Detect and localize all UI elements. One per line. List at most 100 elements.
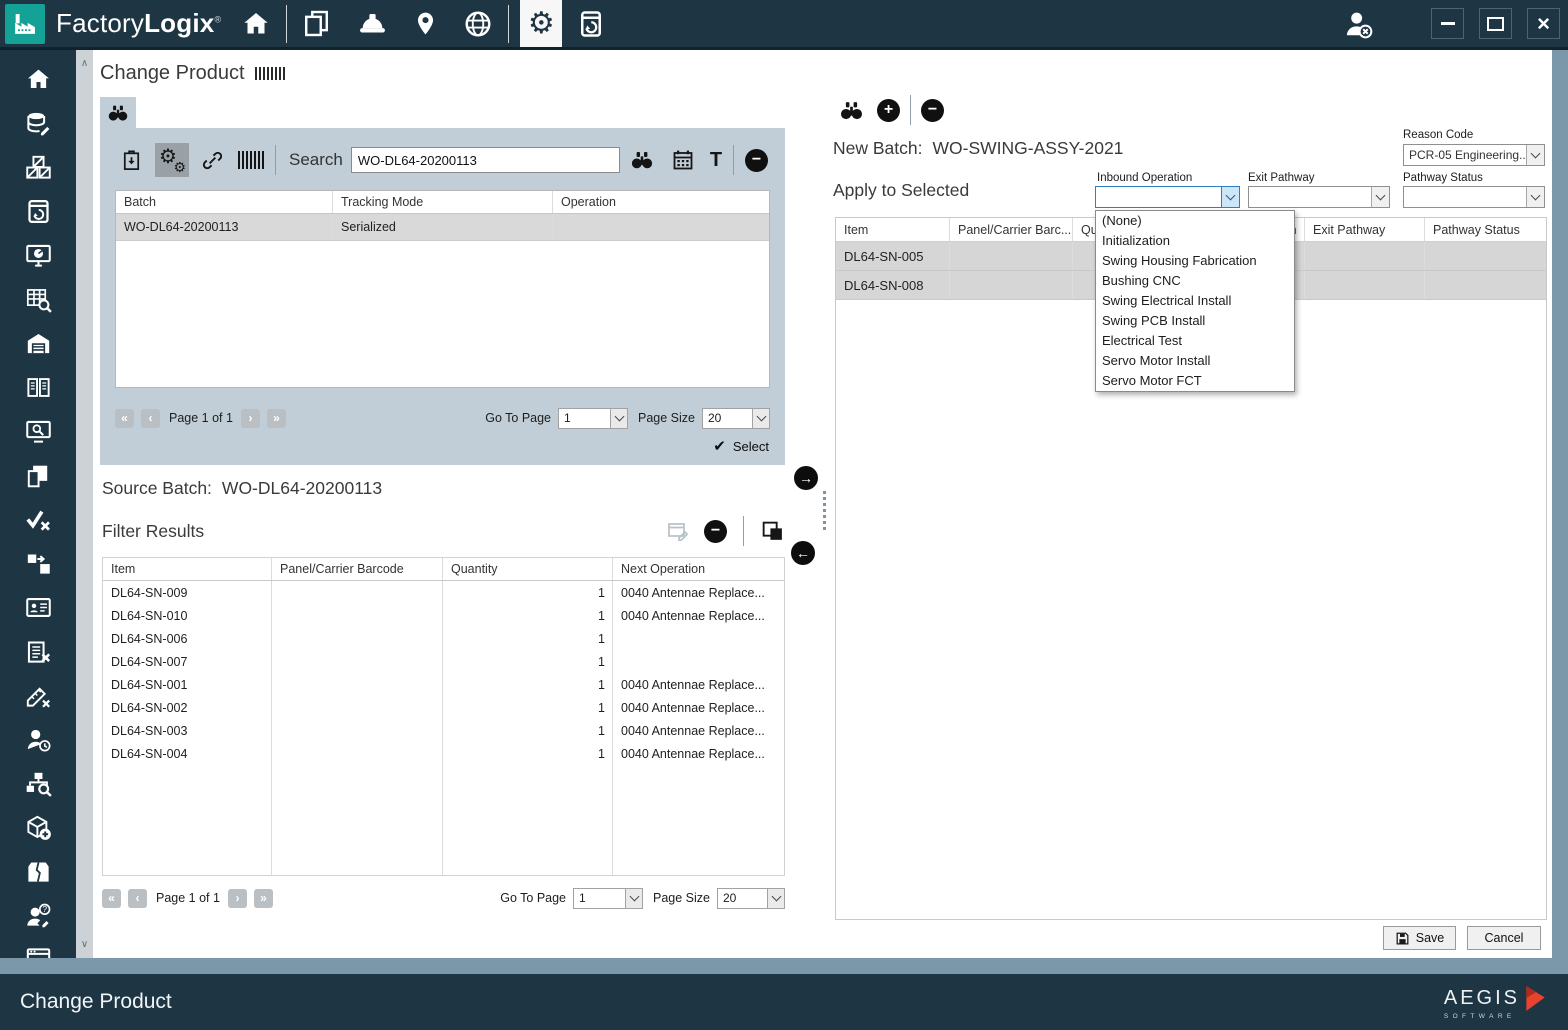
select-button[interactable]: ✔ Select — [713, 439, 769, 454]
remove-button[interactable]: − — [921, 98, 944, 122]
dropdown-option[interactable]: Swing Electrical Install — [1096, 291, 1294, 311]
first-page-button[interactable]: « — [115, 408, 134, 428]
last-page-button[interactable]: » — [266, 408, 286, 428]
reason-code-select[interactable]: PCR-05 Engineering... — [1403, 144, 1545, 166]
move-right-button[interactable]: → — [794, 466, 818, 490]
remove-items-button[interactable]: − — [704, 519, 727, 543]
table-row[interactable]: DL64-SN-002 1 0040 Antennae Replace... — [103, 696, 784, 719]
batch-table-header: Batch Tracking Mode Operation — [116, 191, 769, 214]
pathway-status-select[interactable] — [1403, 186, 1545, 208]
aegis-logo: AEGIS SOFTWARE — [1444, 984, 1548, 1021]
scroll-down-arrow[interactable]: ∨ — [76, 939, 93, 950]
inbound-operation-select-open[interactable] — [1095, 186, 1240, 208]
dropdown-option[interactable]: Bushing CNC — [1096, 271, 1294, 291]
locations-nav-button[interactable] — [412, 10, 439, 37]
sidebar-item-id-card[interactable] — [24, 594, 52, 621]
sidebar-item-user-clock[interactable] — [24, 726, 52, 753]
minimize-button[interactable] — [1431, 8, 1464, 39]
dropdown-option[interactable]: Servo Motor Install — [1096, 351, 1294, 371]
goto-page-value: 1 — [579, 891, 586, 905]
home-nav-button[interactable] — [241, 9, 271, 39]
text-filter-button[interactable]: T — [710, 149, 722, 172]
dropdown-option[interactable]: (None) — [1096, 211, 1294, 231]
documents-nav-button[interactable] — [302, 9, 331, 38]
sidebar-item-batch-restore[interactable] — [24, 198, 52, 225]
first-page-button[interactable]: « — [102, 888, 121, 908]
sidebar-item-hierarchy-search[interactable] — [24, 770, 52, 797]
warehouse-icon — [27, 333, 49, 354]
sidebar-item-crates[interactable] — [24, 154, 52, 181]
select-overlap-button[interactable] — [760, 519, 785, 544]
sidebar-item-monitor-search[interactable] — [24, 418, 52, 445]
sidebar-item-check-x[interactable] — [24, 506, 52, 533]
table-row[interactable]: DL64-SN-004 1 0040 Antennae Replace... — [103, 742, 784, 765]
page-title-text: Change Product — [100, 62, 245, 84]
location-pin-icon — [418, 12, 434, 35]
device-restore-nav-button[interactable] — [570, 0, 612, 47]
check-icon: ✔ — [713, 438, 726, 455]
last-page-button[interactable]: » — [253, 888, 273, 908]
save-button[interactable]: Save — [1383, 926, 1456, 950]
sidebar-item-app-window[interactable] — [24, 946, 52, 958]
sidebar-item-database-edit[interactable] — [24, 110, 52, 137]
cell-operation — [553, 214, 769, 240]
global-nav-button[interactable] — [463, 9, 493, 39]
maximize-button[interactable] — [1479, 8, 1512, 39]
cancel-button[interactable]: Cancel — [1467, 926, 1541, 950]
prev-page-button[interactable]: ‹ — [128, 888, 147, 908]
logout-user-button[interactable] — [1342, 8, 1374, 40]
batch-mode-button-selected[interactable]: ⚙ ⚙ — [155, 143, 189, 177]
close-button[interactable]: × — [1527, 8, 1560, 39]
find-batch-button[interactable] — [839, 98, 864, 123]
remove-filter-button[interactable]: − — [745, 148, 769, 172]
edit-comment-button-disabled[interactable] — [666, 519, 690, 543]
goto-page-select[interactable]: 1 — [573, 887, 644, 909]
sidebar-item-box-transfer[interactable] — [24, 550, 52, 577]
dropdown-option[interactable]: Electrical Test — [1096, 331, 1294, 351]
copy-pages-icon — [27, 465, 48, 487]
search-input[interactable] — [350, 147, 620, 173]
date-filter-button[interactable] — [671, 148, 695, 172]
dropdown-option[interactable]: Swing PCB Install — [1096, 311, 1294, 331]
batch-row-selected[interactable]: WO-DL64-20200113 Serialized — [116, 214, 769, 241]
scroll-up-arrow[interactable]: ∧ — [76, 58, 93, 69]
tab-search[interactable] — [100, 97, 136, 128]
table-row[interactable]: DL64-SN-003 1 0040 Antennae Replace... — [103, 719, 784, 742]
dropdown-option[interactable]: Initialization — [1096, 231, 1294, 251]
table-row[interactable]: DL64-SN-009 1 0040 Antennae Replace... — [103, 581, 784, 604]
table-row[interactable]: DL64-SN-001 1 0040 Antennae Replace... — [103, 673, 784, 696]
sidebar-item-dashboard[interactable] — [24, 242, 52, 269]
sidebar-item-box-broken[interactable] — [24, 858, 52, 885]
table-row[interactable]: DL64-SN-010 1 0040 Antennae Replace... — [103, 604, 784, 627]
page-size-select[interactable]: 20 — [717, 887, 785, 909]
table-row[interactable]: DL64-SN-007 1 — [103, 650, 784, 673]
settings-nav-button-selected[interactable]: ⚙ — [520, 0, 563, 47]
exit-pathway-select[interactable] — [1248, 186, 1390, 208]
sidebar-item-warehouse[interactable] — [24, 330, 52, 357]
sidebar-item-cube-plus[interactable] — [24, 814, 52, 841]
prev-page-button[interactable]: ‹ — [141, 408, 160, 428]
next-page-button[interactable]: › — [227, 888, 247, 908]
sidebar-item-home[interactable] — [24, 66, 52, 93]
sidebar-item-table-search[interactable] — [24, 286, 52, 313]
table-row[interactable]: DL64-SN-006 1 — [103, 627, 784, 650]
paste-batch-button[interactable] — [120, 149, 143, 172]
sidebar-item-clipboard-x[interactable] — [24, 638, 52, 665]
goto-page-select[interactable]: 1 — [558, 407, 629, 429]
splitter-grip[interactable] — [823, 491, 826, 530]
search-execute-button[interactable] — [630, 148, 654, 172]
next-page-button[interactable]: › — [240, 408, 260, 428]
sidebar-item-copy-pages[interactable] — [24, 462, 52, 489]
page-size-select[interactable]: 20 — [702, 407, 770, 429]
dropdown-option[interactable]: Servo Motor FCT — [1096, 371, 1294, 391]
link-mode-button[interactable] — [201, 149, 224, 172]
operator-nav-button[interactable] — [357, 8, 388, 39]
sidebar-scrollbar[interactable]: ∧ ∨ — [76, 50, 93, 958]
barcode-mode-button[interactable] — [238, 151, 264, 169]
dropdown-option[interactable]: Swing Housing Fabrication — [1096, 251, 1294, 271]
sidebar-item-user-question[interactable]: ? — [24, 902, 52, 929]
move-left-button[interactable]: ← — [791, 541, 815, 565]
sidebar-item-ruler-x[interactable] — [24, 682, 52, 709]
add-button[interactable]: + — [877, 98, 900, 122]
sidebar-item-book[interactable] — [24, 374, 52, 401]
